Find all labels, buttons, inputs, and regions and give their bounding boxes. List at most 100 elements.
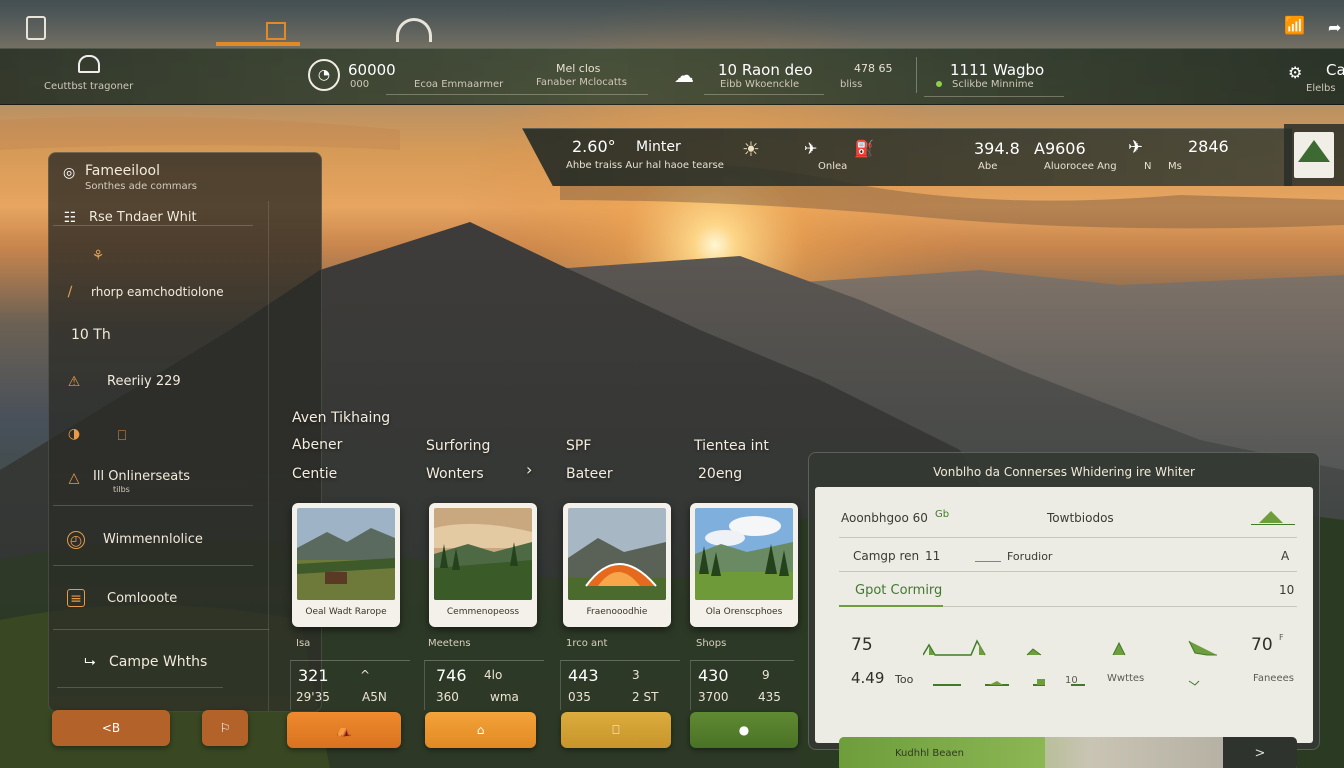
lantern-icon: ⎕ <box>117 428 127 444</box>
progress-label: Kudhhl Beaen <box>895 748 965 759</box>
weather-metric4-sub: Ms <box>1168 161 1182 172</box>
cloud-icon: ☁ <box>674 63 694 87</box>
category-3-line2: Tientea int <box>694 438 769 454</box>
stat3-sub: bliss <box>840 79 863 90</box>
panel-b1-val: 75 <box>851 635 873 655</box>
weather-metric3-sub: N <box>1144 161 1152 172</box>
category-2-line3: Bateer <box>566 466 613 482</box>
map-icon: ⚐ <box>219 721 231 735</box>
card-3-action-button[interactable]: ● <box>690 712 798 748</box>
plane-icon[interactable]: ✈ <box>1128 137 1143 158</box>
panel-b1-right-unit: F <box>1279 633 1284 642</box>
card-photo <box>434 508 532 600</box>
next-arrow-icon[interactable]: › <box>526 460 532 479</box>
panel-row3-right: 10 <box>1279 583 1295 597</box>
stat1-caption: Ecoa Emmaarmer <box>414 79 504 90</box>
progress-bar[interactable]: Kudhhl Beaen > <box>839 737 1297 768</box>
category-0-line2: Abener <box>292 437 343 453</box>
mountain-icon <box>1251 507 1295 525</box>
progress-next-button[interactable]: > <box>1223 737 1297 768</box>
category-0-line1: Aven Tikhaing <box>292 410 391 426</box>
factory-icon[interactable] <box>216 22 300 46</box>
wifi-icon[interactable]: 📶 <box>1284 16 1305 36</box>
sidebar-item-label: Rse Tndaer Whit <box>89 210 197 225</box>
panel-row2-mid: Forudior <box>1007 550 1053 563</box>
weather-metric1: 394.8 <box>974 139 1020 158</box>
weather-icon1-label: Onlea <box>818 161 848 172</box>
compass-icon[interactable]: ◔ <box>308 59 340 91</box>
panel-b2-mid: 10 <box>1065 675 1078 686</box>
card-caption: Oeal Wadt Rarope <box>305 607 387 617</box>
door-icon[interactable] <box>26 16 46 40</box>
clock-icon: ◴ <box>67 531 85 549</box>
sidebar-item-label: Reeriiy 229 <box>107 374 181 389</box>
flashlight-icon: ⚘ <box>91 248 105 264</box>
weather-temp: 2.60° <box>572 137 616 156</box>
card-photo <box>568 508 666 600</box>
weather-metric2: A9606 <box>1034 139 1086 158</box>
logo-icon <box>78 55 100 73</box>
category-1-line3: Wonters <box>426 466 484 482</box>
weather-map-tile[interactable] <box>1284 124 1344 186</box>
category-0-line3: Centie <box>292 466 338 482</box>
weather-metric2-caption: Aluorocee Ang <box>1044 161 1117 172</box>
sidebar-item-label: Ill Onlinerseats <box>93 469 191 484</box>
helicopter-icon[interactable]: ✈ <box>804 139 817 158</box>
stat1-value: 60000 <box>348 61 396 79</box>
route-icon: ⮡ <box>84 654 96 670</box>
weather-metric1-unit: Abe <box>978 161 998 172</box>
card-photo <box>297 508 395 600</box>
card-0-v2b: A5N <box>362 690 387 704</box>
logo-label: Ceuttbst tragoner <box>44 81 134 92</box>
panel-row3-left: Gpot Cormirg <box>855 583 943 598</box>
card-1-label: Meetens <box>428 638 471 649</box>
right-label: Elelbs <box>1306 83 1336 94</box>
card-3[interactable]: Ola Orenscphoes <box>690 503 798 627</box>
card-3-v1: 430 <box>698 666 729 685</box>
info-panel: Vonblho da Connerses Whidering ire White… <box>808 452 1320 768</box>
category-2-line2: SPF <box>566 438 592 454</box>
card-1-v1: 746 <box>436 666 467 685</box>
compass-icon: ◑ <box>67 426 81 442</box>
weather-caption: Eibb Wkoenckle <box>720 79 800 90</box>
card-2-v1: 443 <box>568 666 599 685</box>
campfire-icon: △ <box>68 470 80 486</box>
card-0-action-button[interactable]: ⛺ <box>287 712 401 748</box>
sun-icon[interactable]: ☀ <box>742 137 760 161</box>
panel-row2-right: A <box>1281 549 1290 563</box>
card-photo <box>695 508 793 600</box>
sidebar-map-button[interactable]: ⚐ <box>202 710 248 746</box>
card-1-v2: 360 <box>436 690 459 704</box>
category-1-line2: Surforing <box>426 438 491 454</box>
share-icon[interactable]: ➦ <box>1328 18 1341 37</box>
card-0[interactable]: Oeal Wadt Rarope <box>292 503 400 627</box>
weather-bar: 2.60° Minter Ahbe traiss Aur hal haoe te… <box>522 128 1292 186</box>
status-dot <box>936 81 942 87</box>
sidebar-back-button[interactable]: <B <box>52 710 170 746</box>
weather-metric4: 2846 <box>1188 137 1229 156</box>
card-2-v1b: 3 <box>632 668 640 682</box>
settings-icon[interactable]: ⚙ <box>1288 63 1302 82</box>
location-icon: ◎ <box>63 165 76 181</box>
card-1-v1b: 4lo <box>484 668 503 682</box>
sidebar-title: Fameeilool <box>85 163 161 179</box>
panel-b2-val: 4.49 <box>851 669 885 687</box>
panel-row2-val: 11 <box>925 549 941 563</box>
card-2-action-button[interactable]: ⎕ <box>561 712 671 748</box>
card-3-v2b: 435 <box>758 690 781 704</box>
weather-title: 10 Raon deo <box>718 61 813 79</box>
card-2[interactable]: Fraenooodhie <box>563 503 671 627</box>
truck-icon[interactable]: ⛽ <box>854 139 874 158</box>
weather-name: Minter <box>636 139 681 155</box>
bird-icon: ● <box>738 723 750 737</box>
panel-b2-right: Faneees <box>1253 673 1294 684</box>
stat2-caption: Fanaber Mclocatts <box>536 77 627 88</box>
panel-row1-left: Aoonbhgoo 60 <box>841 511 928 525</box>
card-1-action-button[interactable]: ⌂ <box>425 712 536 748</box>
weather-caption: Ahbe traiss Aur hal haoe tearse <box>566 160 724 171</box>
panel-b2-caption: Wwttes <box>1107 673 1145 684</box>
card-1[interactable]: Cemmenopeoss <box>429 503 537 627</box>
panel-row1-tag: Gb <box>935 509 950 520</box>
hut-icon[interactable] <box>396 18 432 42</box>
tent-icon: ⛺ <box>336 723 352 737</box>
